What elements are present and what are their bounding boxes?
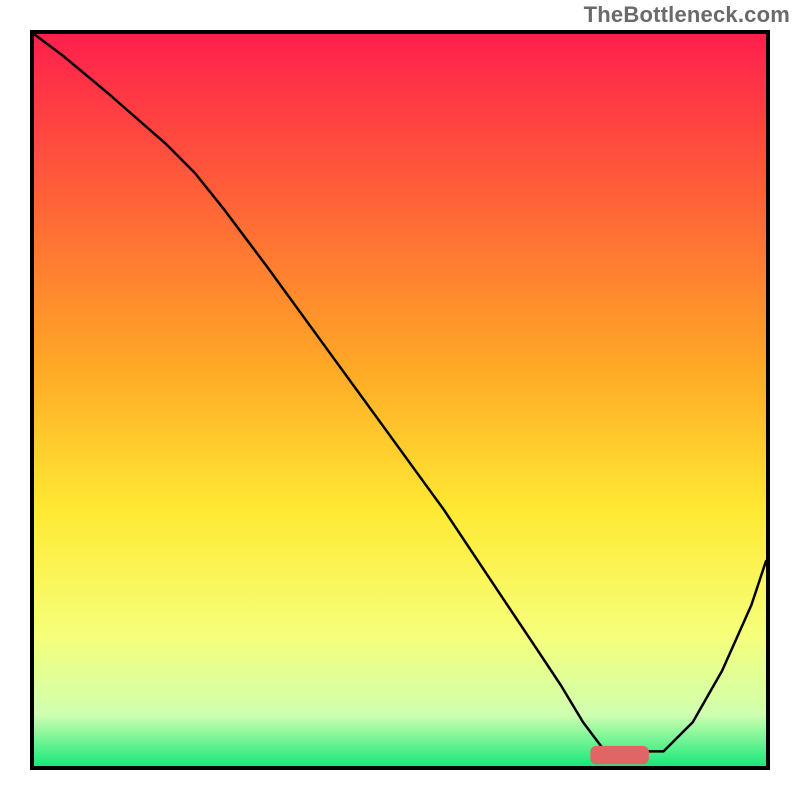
watermark-text: TheBottleneck.com <box>584 2 790 28</box>
optimal-marker <box>34 34 766 766</box>
chart-frame: TheBottleneck.com <box>0 0 800 800</box>
plot-area <box>30 30 770 770</box>
